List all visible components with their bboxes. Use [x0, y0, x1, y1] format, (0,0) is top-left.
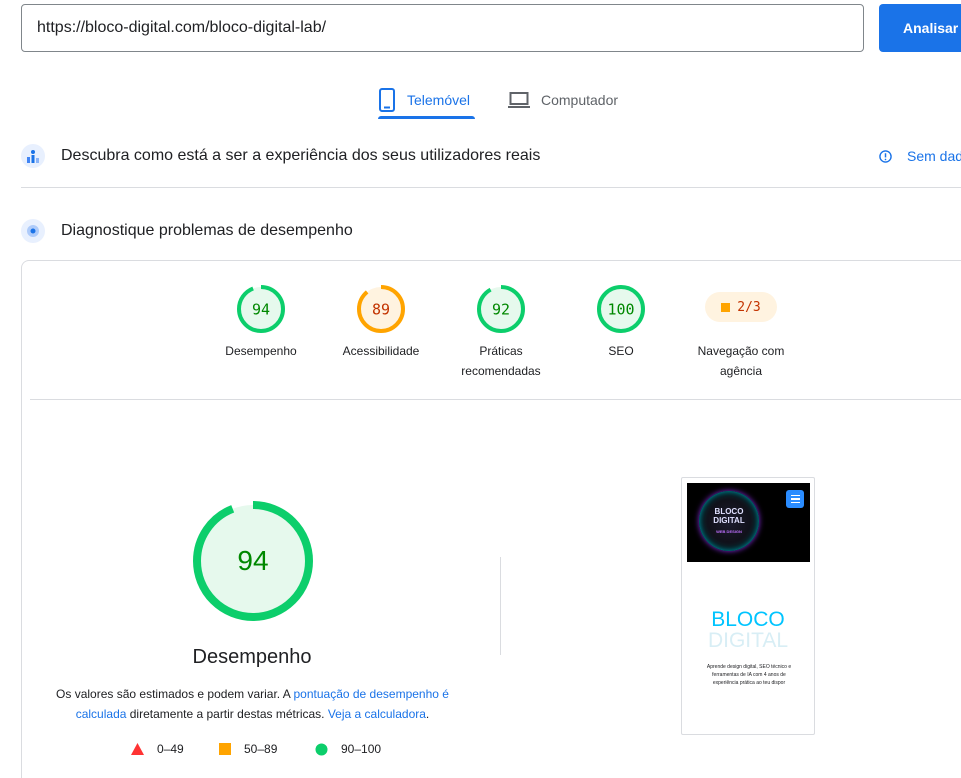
diagnose-title: Diagnostique problemas de desempenho	[61, 222, 353, 239]
logo-text: DIGITAL	[713, 515, 745, 525]
legend-range: 50–89	[244, 742, 278, 756]
real-users-section: Descubra como está a ser a experiência d…	[21, 144, 540, 168]
score-ring: 94	[237, 285, 285, 333]
desc-text: .	[425, 707, 430, 721]
fail-triangle-icon	[131, 743, 144, 755]
legend-range: 90–100	[341, 742, 382, 756]
score-ring: 92	[477, 285, 525, 333]
desc-text: Os valores são estimados e podem variar.…	[56, 687, 294, 701]
hamburger-menu-icon	[786, 490, 804, 508]
score-value: 100	[607, 301, 634, 319]
lab-diagnose-icon	[21, 219, 45, 243]
laptop-icon	[508, 92, 530, 108]
tab-desktop-label: Computador	[541, 92, 619, 108]
logo-text: BLOCO	[714, 506, 744, 516]
average-square-icon	[721, 302, 731, 312]
title-line: BLOCO	[711, 608, 785, 631]
gauge-label: Desempenho	[225, 344, 297, 358]
section-divider	[21, 187, 961, 188]
tab-mobile-label: Telemóvel	[407, 92, 471, 108]
gauge-label: Navegação com agência	[697, 344, 785, 378]
gauge-performance[interactable]: 94 Desempenho	[201, 285, 321, 361]
calculator-link[interactable]: Veja a calculadora	[328, 707, 426, 721]
gauge-accessibility[interactable]: 89 Acessibilidade	[321, 285, 441, 361]
crux-users-icon	[21, 144, 45, 168]
gauge-label: SEO	[608, 344, 634, 358]
gauge-seo[interactable]: 100 SEO	[561, 285, 681, 361]
legend-fail: 0–49	[131, 742, 184, 756]
gauge-best-practices[interactable]: 92 Práticas recomendadas	[441, 285, 561, 381]
legend-range: 0–49	[157, 742, 184, 756]
score-ring: 89	[357, 285, 405, 333]
agentic-navigation-badge: 2/3	[705, 292, 777, 322]
legend-pass: 90–100	[315, 742, 381, 756]
tab-desktop[interactable]: Computador	[508, 80, 618, 120]
title-line: DIGITAL	[707, 629, 789, 652]
no-data-label: Sem dad	[907, 148, 961, 164]
real-users-title: Descubra como está a ser a experiência d…	[61, 147, 541, 164]
performance-big-gauge[interactable]: 94	[192, 500, 314, 622]
performance-big-value: 94	[237, 545, 268, 576]
site-logo: BLOCO DIGITAL WEB DESIGN	[699, 491, 759, 551]
desc-text: diretamente a partir destas métricas.	[126, 707, 328, 721]
score-value: 92	[492, 301, 510, 319]
smartphone-icon	[379, 88, 395, 112]
no-data-link[interactable]: Sem dad	[879, 148, 961, 164]
screenshot-text: Aprende design digital, SEO técnico e fe…	[706, 664, 792, 686]
legend-average: 50–89	[219, 742, 277, 756]
active-tab-indicator	[378, 116, 475, 119]
logo-subtext: WEB DESIGN	[716, 528, 742, 534]
agentic-navigation-value: 2/3	[737, 299, 761, 315]
gauge-agentic-navigation[interactable]: 2/3 Navegação com agência	[681, 285, 801, 381]
score-value: 89	[372, 301, 390, 319]
tab-mobile[interactable]: Telemóvel	[378, 80, 470, 120]
info-icon	[879, 149, 892, 163]
average-square-icon	[219, 743, 231, 755]
pass-circle-icon	[315, 743, 328, 755]
gauge-label: Acessibilidade	[342, 344, 420, 358]
card-divider	[30, 399, 961, 400]
screenshot-hero: BLOCO DIGITAL WEB DESIGN	[687, 483, 810, 562]
gauge-label: Práticas recomendadas	[461, 344, 541, 378]
final-screenshot[interactable]: BLOCO DIGITAL WEB DESIGN BLOCO DIGITAL A…	[681, 477, 815, 735]
performance-description: Os valores são estimados e podem variar.…	[50, 684, 455, 724]
score-value: 94	[252, 301, 270, 319]
score-ring: 100	[597, 285, 645, 333]
analyze-button[interactable]: Analisar	[879, 4, 961, 52]
performance-big-label: Desempenho	[192, 646, 312, 668]
vertical-divider	[500, 557, 501, 655]
diagnose-section: Diagnostique problemas de desempenho	[21, 219, 353, 243]
url-input[interactable]: https://bloco-digital.com/bloco-digital-…	[21, 4, 864, 52]
url-input-value: https://bloco-digital.com/bloco-digital-…	[37, 19, 327, 36]
screenshot-title: BLOCO DIGITAL	[682, 609, 814, 651]
